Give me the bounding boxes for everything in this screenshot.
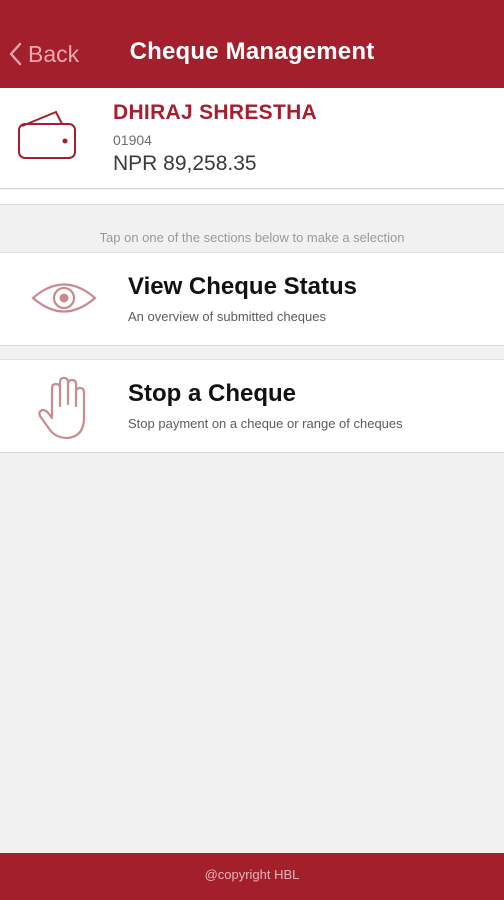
page-title: Cheque Management xyxy=(129,38,375,65)
copyright-text: @copyright HBL xyxy=(204,867,300,882)
divider xyxy=(0,190,504,205)
stop-cheque-option[interactable]: Stop a Cheque Stop payment on a cheque o… xyxy=(0,359,504,453)
option-title: Stop a Cheque xyxy=(128,380,297,407)
account-balance: NPR 89,258.35 xyxy=(113,152,257,175)
account-card[interactable]: DHIRAJ SHRESTHA 01904 NPR 89,258.35 xyxy=(0,88,504,189)
hand-icon xyxy=(38,376,86,440)
option-subtitle: An overview of submitted cheques xyxy=(128,309,326,324)
account-holder-name: DHIRAJ SHRESTHA xyxy=(113,101,318,124)
app-footer: @copyright HBL xyxy=(0,853,504,900)
wallet-icon xyxy=(18,110,76,159)
option-title: View Cheque Status xyxy=(128,273,357,300)
selection-hint: Tap on one of the sections below to make… xyxy=(99,230,405,245)
app-header: Back Cheque Management xyxy=(0,0,504,88)
view-cheque-status-option[interactable]: View Cheque Status An overview of submit… xyxy=(0,252,504,346)
option-subtitle: Stop payment on a cheque or range of che… xyxy=(128,416,403,431)
eye-icon xyxy=(31,283,97,313)
account-number: 01904 xyxy=(113,132,152,148)
